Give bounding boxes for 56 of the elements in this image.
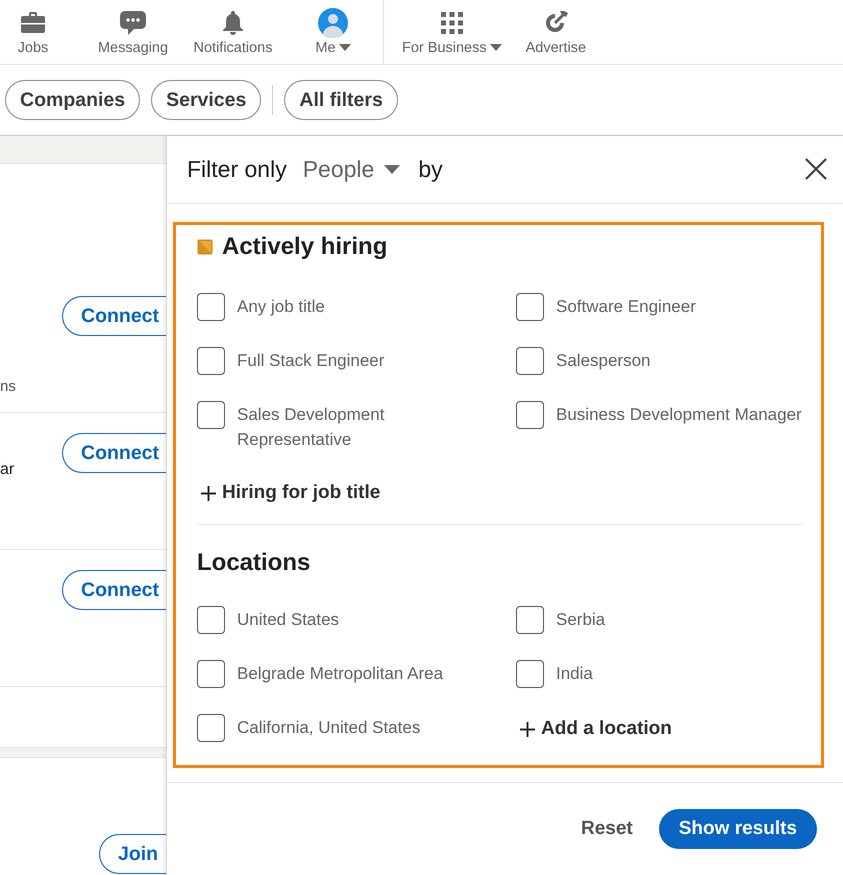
nav-link[interactable]: For Business (402, 40, 502, 56)
briefcase-icon (20, 11, 46, 35)
join-button[interactable]: Join (99, 834, 166, 874)
message-bubble-icon (119, 10, 147, 36)
plus-icon (201, 486, 216, 500)
nav-link[interactable]: Notifications (194, 40, 272, 56)
option-label[interactable]: Belgrade Metropolitan Area (237, 661, 477, 686)
checkbox[interactable] (197, 606, 225, 634)
checkbox[interactable] (516, 401, 544, 429)
section-title: Actively hiring (222, 233, 388, 261)
plus-icon (520, 722, 535, 736)
nav-link[interactable]: Messaging (98, 40, 168, 56)
option-label[interactable]: Serbia (556, 607, 606, 632)
nav-link[interactable]: Advertise (526, 40, 586, 56)
add-filter-link[interactable]: Hiring for job title (197, 479, 380, 507)
checkbox[interactable] (197, 293, 225, 321)
show-results-button[interactable]: Show results (658, 809, 817, 849)
checkbox[interactable] (516, 347, 544, 375)
hiring-badge-icon (197, 239, 213, 255)
all-filters-button[interactable]: All filters (284, 80, 398, 120)
option-label[interactable]: Sales Development Representative (237, 402, 477, 452)
add-filter-link[interactable]: Add a location (516, 715, 672, 743)
filter-pill[interactable]: Services (151, 80, 262, 120)
option-label[interactable]: Salesperson (556, 348, 651, 373)
filter-pill[interactable]: Companies (5, 80, 140, 120)
panel-title: by (418, 156, 443, 183)
bell-icon (220, 10, 246, 36)
result-text: ar (0, 461, 14, 479)
connect-button[interactable]: Connect (62, 296, 166, 336)
checkbox[interactable] (516, 660, 544, 688)
option-label[interactable]: Full Stack Engineer (237, 348, 477, 373)
checkbox[interactable] (516, 606, 544, 634)
connect-button[interactable]: Connect (62, 433, 166, 473)
avatar-icon[interactable] (318, 8, 348, 38)
connect-button[interactable]: Connect (62, 570, 166, 610)
caret-icon (384, 165, 400, 174)
section-title: Locations (197, 549, 310, 577)
result-text: ns (0, 378, 16, 395)
checkbox[interactable] (516, 293, 544, 321)
grid-icon (440, 11, 464, 35)
type-dropdown[interactable]: People (302, 156, 400, 183)
checkbox[interactable] (197, 347, 225, 375)
checkbox[interactable] (197, 714, 225, 742)
option-label[interactable]: California, United States (237, 715, 477, 740)
reset-button[interactable]: Reset (575, 817, 639, 841)
checkbox[interactable] (197, 660, 225, 688)
nav-link[interactable]: Me (315, 40, 351, 56)
checkbox[interactable] (197, 401, 225, 429)
option-label[interactable]: India (556, 661, 593, 686)
nav-link[interactable]: Jobs (18, 40, 48, 56)
option-label[interactable]: Software Engineer (556, 294, 696, 319)
close-icon[interactable] (805, 158, 827, 180)
option-label[interactable]: United States (237, 607, 477, 632)
option-label[interactable]: Business Development Manager (556, 402, 802, 427)
option-label[interactable]: Any job title (237, 294, 477, 319)
panel-title: Filter only (187, 156, 287, 183)
